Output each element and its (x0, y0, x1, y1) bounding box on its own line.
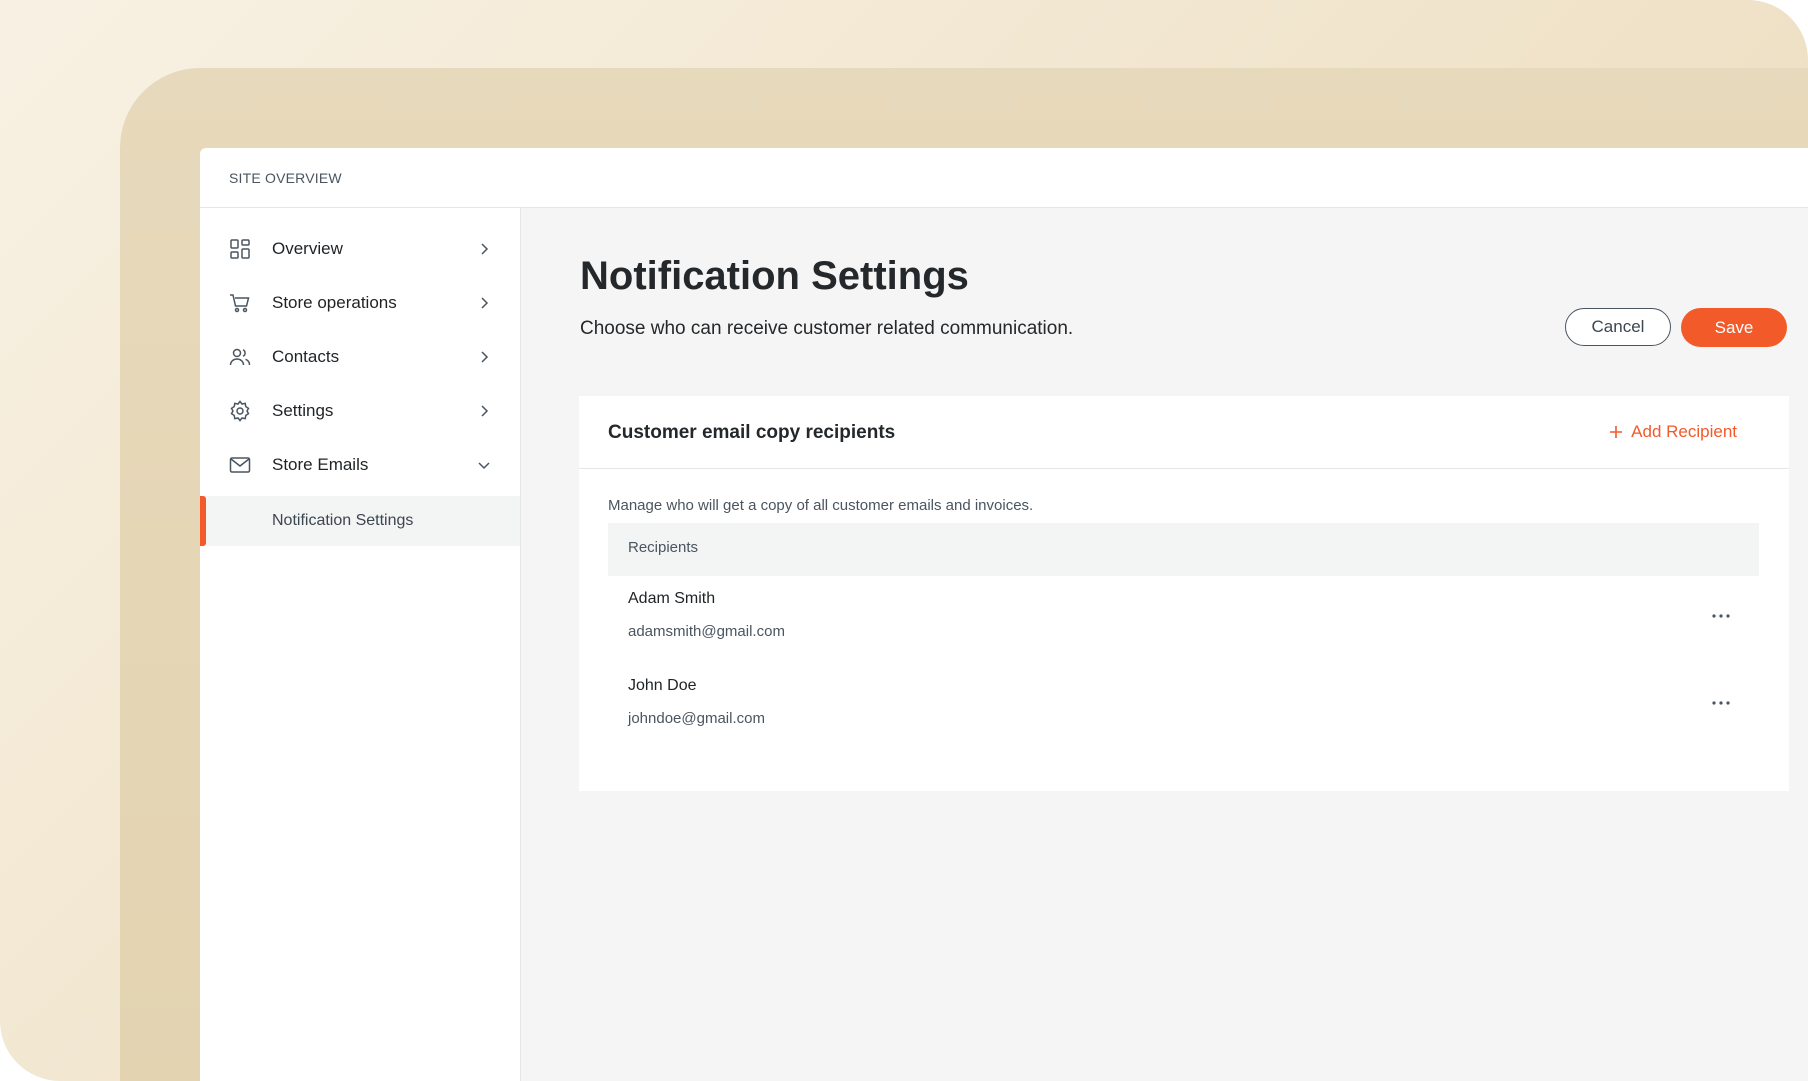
plus-icon (1609, 425, 1623, 439)
column-header-recipients: Recipients (628, 539, 699, 556)
recipient-email: adamsmith@gmail.com (628, 623, 785, 640)
chevron-right-icon (476, 403, 492, 419)
chevron-right-icon (476, 349, 492, 365)
table-header: Recipients (608, 523, 1759, 576)
card-title: Customer email copy recipients (608, 422, 896, 443)
table-row: John Doe johndoe@gmail.com (608, 665, 1759, 745)
sidebar-subitem-label: Notification Settings (272, 512, 414, 529)
table-row: Adam Smith adamsmith@gmail.com (608, 578, 1759, 658)
topbar: SITE OVERVIEW (200, 148, 1808, 208)
card-description: Manage who will get a copy of all custom… (608, 497, 1034, 514)
chevron-right-icon (476, 241, 492, 257)
sidebar-item-contacts[interactable]: Contacts (200, 330, 520, 384)
sidebar-item-store-operations[interactable]: Store operations (200, 276, 520, 330)
card-header: Customer email copy recipients Add Recip… (579, 396, 1789, 469)
sidebar-item-store-emails[interactable]: Store Emails (200, 438, 520, 492)
sidebar-item-settings[interactable]: Settings (200, 384, 520, 438)
sidebar-subitem-notification-settings[interactable]: Notification Settings (200, 496, 520, 546)
sidebar-item-label: Overview (272, 239, 343, 258)
recipients-card: Customer email copy recipients Add Recip… (579, 396, 1789, 791)
sidebar: Overview Store operations Contacts Setti… (200, 208, 521, 1081)
recipient-name: John Doe (628, 677, 697, 694)
main-content: Notification Settings Choose who can rec… (521, 208, 1808, 1081)
sidebar-item-label: Store operations (272, 293, 397, 312)
site-overview-title: SITE OVERVIEW (229, 169, 342, 186)
page-title: Notification Settings (580, 254, 969, 298)
active-indicator (200, 496, 206, 546)
add-recipient-button[interactable]: Add Recipient (1609, 422, 1737, 442)
mail-icon (229, 454, 251, 476)
sidebar-item-label: Store Emails (272, 455, 369, 474)
chevron-right-icon (476, 295, 492, 311)
chevron-down-icon (476, 457, 492, 473)
more-options-icon[interactable] (1709, 695, 1733, 711)
recipient-email: johndoe@gmail.com (628, 710, 765, 727)
app-window: SITE OVERVIEW Overview Store operations (200, 148, 1808, 1081)
more-options-icon[interactable] (1709, 608, 1733, 624)
sidebar-item-label: Contacts (272, 347, 340, 366)
save-button[interactable]: Save (1681, 308, 1787, 347)
cancel-button[interactable]: Cancel (1565, 308, 1671, 346)
recipient-name: Adam Smith (628, 590, 716, 607)
sidebar-item-label: Settings (272, 401, 334, 420)
add-recipient-label: Add Recipient (1631, 422, 1737, 441)
gear-icon (229, 400, 251, 422)
page-subtitle: Choose who can receive customer related … (580, 318, 1074, 339)
users-icon (229, 346, 251, 368)
sidebar-item-overview[interactable]: Overview (200, 222, 520, 276)
grid-icon (229, 238, 251, 260)
cart-icon (229, 292, 251, 314)
